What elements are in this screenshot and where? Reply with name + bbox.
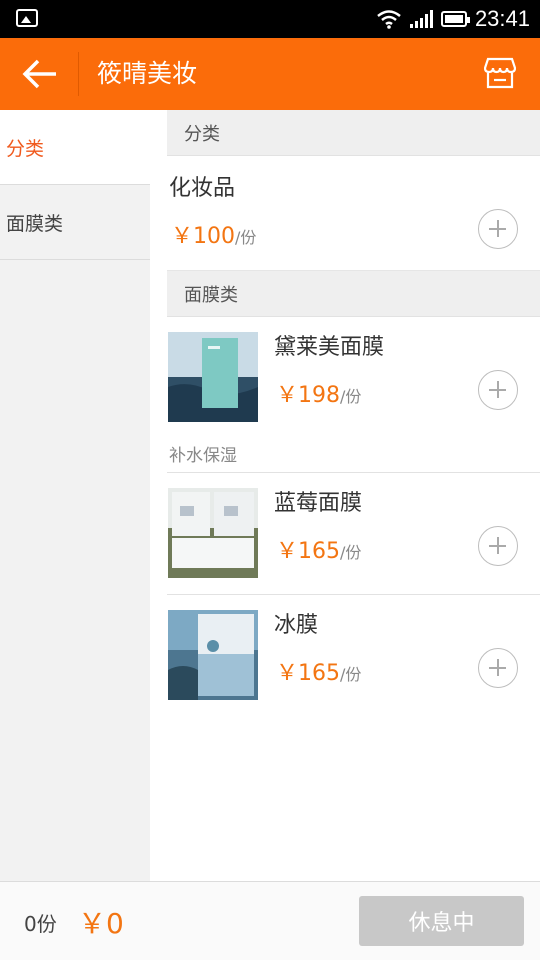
product-description: 补水保湿	[169, 446, 237, 466]
section-header: 面膜类	[167, 271, 540, 317]
add-to-cart-button[interactable]	[478, 648, 518, 688]
image-notification-icon	[16, 9, 38, 27]
battery-icon	[440, 11, 470, 27]
product-item[interactable]: 化妆品 ￥100/份	[167, 156, 540, 271]
product-price: ￥165/份	[276, 533, 361, 565]
product-price: ￥165/份	[276, 655, 361, 687]
product-image	[168, 610, 258, 700]
wifi-icon	[377, 10, 401, 29]
product-price: ￥198/份	[276, 377, 361, 409]
add-to-cart-button[interactable]	[478, 370, 518, 410]
status-bar: 23:41	[0, 0, 540, 38]
sidebar-item-label: 面膜类	[6, 212, 64, 235]
section-header: 分类	[167, 110, 540, 156]
header-divider	[78, 52, 79, 96]
back-arrow-icon[interactable]	[18, 56, 62, 92]
price-value: ￥165	[276, 539, 340, 564]
add-to-cart-button[interactable]	[478, 209, 518, 249]
product-item[interactable]: 黛莱美面膜 ￥198/份 补水保湿	[167, 317, 540, 473]
price-value: ￥198	[276, 383, 340, 408]
product-item[interactable]: 冰膜 ￥165/份	[167, 595, 540, 717]
product-image	[168, 332, 258, 422]
signal-icon	[409, 10, 433, 28]
cart-count: 0份	[24, 912, 57, 936]
section-title: 分类	[184, 123, 220, 145]
product-item[interactable]: 蓝莓面膜 ￥165/份	[167, 473, 540, 595]
product-name: 冰膜	[274, 613, 319, 638]
status-time: 23:41	[474, 6, 530, 31]
cart-bar: 0份 ￥0 休息中	[0, 881, 540, 960]
add-to-cart-button[interactable]	[478, 526, 518, 566]
app-header: 筱晴美妆	[0, 38, 540, 110]
product-price: ￥100/份	[171, 218, 256, 250]
price-unit: /份	[235, 228, 257, 247]
page-title: 筱晴美妆	[97, 59, 198, 88]
closed-status-button[interactable]: 休息中	[359, 896, 524, 946]
price-unit: /份	[340, 387, 362, 406]
sidebar-item-masks[interactable]: 面膜类	[0, 185, 150, 260]
product-image	[168, 488, 258, 578]
price-value: ￥100	[171, 224, 235, 249]
product-name: 黛莱美面膜	[274, 335, 385, 360]
status-indicators: 23:41	[376, 0, 530, 38]
cart-total: ￥0	[78, 907, 124, 940]
price-unit: /份	[340, 543, 362, 562]
store-icon[interactable]	[484, 56, 516, 90]
category-sidebar: 分类 面膜类	[0, 110, 150, 882]
sidebar-item-label: 分类	[6, 137, 45, 160]
section-title: 面膜类	[184, 284, 238, 306]
product-name: 化妆品	[169, 176, 236, 201]
sidebar-item-category[interactable]: 分类	[0, 110, 150, 185]
price-unit: /份	[340, 665, 362, 684]
price-value: ￥165	[276, 661, 340, 686]
product-name: 蓝莓面膜	[274, 491, 363, 516]
product-list: 分类 化妆品 ￥100/份 面膜类 黛莱美面膜 ￥198/份 补水保湿 蓝莓面膜…	[167, 110, 540, 882]
